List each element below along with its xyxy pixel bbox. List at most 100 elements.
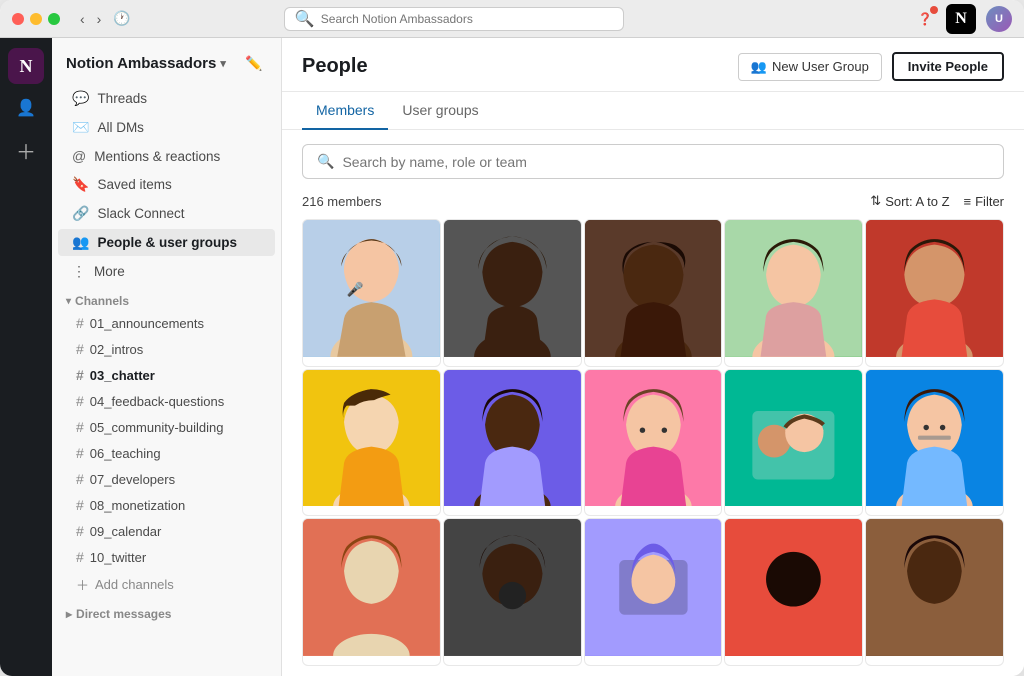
member-name: Member [876, 664, 993, 666]
member-info: Cassie (Taiwan) ♂ 5amCEO ❤️ [585, 506, 722, 516]
channels-section[interactable]: ▾ Channels [52, 286, 281, 310]
hash-icon: # [76, 549, 84, 565]
threads-label: Threads [97, 91, 147, 106]
edit-button[interactable]: ✏️ [241, 50, 267, 76]
member-card[interactable]: danny (Ghana) ♂ [443, 219, 582, 367]
sort-icon: ⇅ [870, 193, 881, 209]
help-icon[interactable]: ❓ [914, 8, 936, 30]
chevron-down-icon: ▾ [220, 57, 226, 70]
member-card[interactable]: Quynh Le (Vietnam) ♂ [865, 369, 1004, 517]
titlebar-search-input[interactable] [321, 12, 613, 26]
hash-icon: # [76, 367, 84, 383]
channel-name: 01_announcements [90, 316, 204, 331]
member-card[interactable]: Chelsea Bishop (Florida,USA) ♀ Product D… [443, 369, 582, 517]
new-user-group-button[interactable]: 👥 New User Group [738, 53, 882, 81]
member-name: Doris Chou (Taiwan) ♂ [735, 365, 852, 367]
sort-filter-bar: ⇅ Sort: A to Z ≡ Filter [870, 193, 1004, 209]
slack-connect-icon: 🔗 [72, 205, 89, 222]
member-card[interactable]: Doris Chou (Taiwan) ♂ Edtech Taiwan... [724, 219, 863, 367]
member-card[interactable]: Adjoa Kittoe (New York) ♀ Culinarian | W… [584, 219, 723, 367]
minimize-button[interactable] [30, 13, 42, 25]
history-button[interactable]: 🕐 [109, 8, 134, 29]
back-button[interactable]: ‹ [76, 8, 89, 29]
channel-05-community[interactable]: # 05_community-building [58, 415, 275, 439]
members-search-bar[interactable]: 🔍 [302, 144, 1004, 179]
workspace-title[interactable]: Notion Ambassadors ▾ [66, 55, 226, 72]
member-card[interactable]: Member [584, 518, 723, 666]
member-card[interactable]: 🎤 Abdullah SaadEddin(Palestine) ♂ [302, 219, 441, 367]
channel-name: 06_teaching [90, 446, 161, 461]
sidebar-item-all-dms[interactable]: ✉️ All DMs [58, 114, 275, 141]
channel-name: 02_intros [90, 342, 143, 357]
close-button[interactable] [12, 13, 24, 25]
member-info: Dagmar Mehling (Germany) ♂ [303, 506, 440, 516]
channel-04-feedback[interactable]: # 04_feedback-questions [58, 389, 275, 413]
direct-messages-section[interactable]: ▸ Direct messages [52, 599, 281, 623]
sidebar: Notion Ambassadors ▾ ✏️ 💬 Threads ✉️ All… [52, 38, 282, 676]
member-info: Vipul Gupta (India) ♂ Leading Notion Ind… [725, 506, 862, 516]
channel-10-twitter[interactable]: # 10_twitter [58, 545, 275, 569]
more-label: More [94, 264, 125, 279]
member-card[interactable]: Member [865, 518, 1004, 666]
main-content: People 👥 New User Group Invite People Me… [282, 38, 1024, 676]
new-group-label: New User Group [772, 59, 869, 74]
members-grid: 🎤 Abdullah SaadEddin(Palestine) ♂ [282, 219, 1024, 676]
member-card[interactable]: Ahmed Abouzaid (Egypt) ♂ [865, 219, 1004, 367]
notion-workspace-icon[interactable]: N [8, 48, 44, 84]
sort-label: Sort: A to Z [885, 194, 949, 209]
member-name: Member [454, 664, 571, 666]
member-info: Doris Chou (Taiwan) ♂ Edtech Taiwan... [725, 357, 862, 367]
members-search-input[interactable] [342, 154, 989, 170]
app-body: N 👤 ＋ Notion Ambassadors ▾ ✏️ 💬 Threads … [0, 38, 1024, 676]
members-bar: 216 members ⇅ Sort: A to Z ≡ Filter [282, 193, 1024, 219]
channel-06-teaching[interactable]: # 06_teaching [58, 441, 275, 465]
member-card[interactable]: Member [724, 518, 863, 666]
member-info: Member [725, 656, 862, 666]
member-name: Abdullah SaadEddin(Palestine) ♂ [313, 365, 430, 367]
sort-button[interactable]: ⇅ Sort: A to Z [870, 193, 949, 209]
member-card[interactable]: Vipul Gupta (India) ♂ Leading Notion Ind… [724, 369, 863, 517]
traffic-lights [12, 13, 60, 25]
channel-07-developers[interactable]: # 07_developers [58, 467, 275, 491]
member-photo [725, 220, 862, 357]
channel-02-intros[interactable]: # 02_intros [58, 337, 275, 361]
member-info: Member [303, 656, 440, 666]
sidebar-item-saved[interactable]: 🔖 Saved items [58, 171, 275, 198]
add-channels-item[interactable]: ＋ Add channels [58, 571, 275, 598]
people-icon[interactable]: 👤 [8, 90, 44, 126]
forward-button[interactable]: › [93, 8, 106, 29]
sidebar-item-slack-connect[interactable]: 🔗 Slack Connect [58, 200, 275, 227]
notification-badge [930, 6, 938, 14]
channel-03-chatter[interactable]: # 03_chatter [58, 363, 275, 387]
tab-user-groups-label: User groups [402, 102, 478, 118]
sidebar-item-mentions[interactable]: @ Mentions & reactions [58, 143, 275, 169]
channel-01-announcements[interactable]: # 01_announcements [58, 311, 275, 335]
member-photo [866, 370, 1003, 507]
member-card[interactable]: Cassie (Taiwan) ♂ 5amCEO ❤️ [584, 369, 723, 517]
mentions-label: Mentions & reactions [94, 149, 220, 164]
svg-text:🎤: 🎤 [347, 281, 364, 297]
page-title: People [302, 55, 368, 78]
add-workspace-button[interactable]: ＋ [16, 136, 36, 165]
channel-09-calendar[interactable]: # 09_calendar [58, 519, 275, 543]
tab-members[interactable]: Members [302, 92, 388, 130]
sidebar-item-threads[interactable]: 💬 Threads [58, 85, 275, 112]
member-card[interactable]: Member [302, 518, 441, 666]
tab-members-label: Members [316, 102, 374, 118]
titlebar-right: ❓ N U [914, 4, 1012, 34]
filter-button[interactable]: ≡ Filter [964, 194, 1004, 209]
tab-user-groups[interactable]: User groups [388, 92, 492, 130]
sidebar-item-more[interactable]: ⋮ More [58, 258, 275, 285]
invite-people-button[interactable]: Invite People [892, 52, 1004, 81]
maximize-button[interactable] [48, 13, 60, 25]
avatar[interactable]: U [986, 6, 1012, 32]
titlebar-search[interactable]: 🔍 [284, 7, 624, 31]
member-info: Member [444, 656, 581, 666]
sidebar-item-people[interactable]: 👥 People & user groups [58, 229, 275, 256]
member-card[interactable]: Dagmar Mehling (Germany) ♂ [302, 369, 441, 517]
channel-08-monetization[interactable]: # 08_monetization [58, 493, 275, 517]
member-name: Adjoa Kittoe (New York) ♀ [595, 365, 712, 367]
threads-icon: 💬 [72, 90, 89, 107]
channels-label: Channels [75, 294, 129, 308]
member-card[interactable]: Member [443, 518, 582, 666]
